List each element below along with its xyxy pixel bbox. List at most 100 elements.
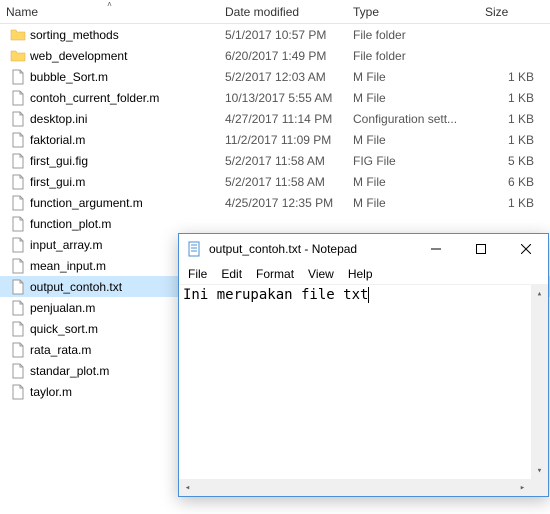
file-icon	[10, 111, 26, 127]
menu-file[interactable]: File	[181, 265, 214, 283]
file-type: M File	[347, 175, 479, 189]
folder-icon	[10, 27, 26, 43]
file-date: 11/2/2017 11:09 PM	[219, 133, 347, 147]
column-header-row: Name ˄ Date modified Type Size	[0, 0, 550, 24]
file-icon	[10, 69, 26, 85]
column-header-date[interactable]: Date modified	[219, 2, 347, 22]
file-icon	[10, 195, 26, 211]
menu-view[interactable]: View	[301, 265, 341, 283]
file-row[interactable]: web_development 6/20/2017 1:49 PMFile fol…	[0, 45, 550, 66]
file-icon	[10, 153, 26, 169]
file-type: Configuration sett...	[347, 112, 479, 126]
scroll-corner	[531, 479, 548, 496]
file-type: File folder	[347, 28, 479, 42]
file-type: FIG File	[347, 154, 479, 168]
file-name: first_gui.m	[30, 175, 85, 189]
file-icon	[10, 237, 26, 253]
column-header-name[interactable]: Name ˄	[0, 2, 219, 22]
maximize-button[interactable]	[458, 235, 503, 264]
file-row[interactable]: first_gui.fig 5/2/2017 11:58 AMFIG File5 …	[0, 150, 550, 171]
file-type: M File	[347, 70, 479, 84]
file-date: 10/13/2017 5:55 AM	[219, 91, 347, 105]
file-name: input_array.m	[30, 238, 102, 252]
file-size: 1 KB	[479, 91, 550, 105]
file-name: quick_sort.m	[30, 322, 98, 336]
file-row[interactable]: function_plot.m	[0, 213, 550, 234]
notepad-window: output_contoh.txt - Notepad File Edit Fo…	[178, 233, 549, 497]
file-row[interactable]: sorting_methods 5/1/2017 10:57 PMFile fol…	[0, 24, 550, 45]
file-name: mean_input.m	[30, 259, 106, 273]
file-size: 5 KB	[479, 154, 550, 168]
column-label: Type	[353, 5, 379, 19]
notepad-icon	[187, 241, 203, 257]
menubar: File Edit Format View Help	[179, 264, 548, 284]
column-label: Name	[6, 5, 38, 19]
scroll-up-icon[interactable]: ▴	[531, 285, 548, 302]
file-icon	[10, 132, 26, 148]
scroll-right-icon[interactable]: ▸	[514, 479, 531, 496]
file-row[interactable]: faktorial.m11/2/2017 11:09 PMM File1 KB	[0, 129, 550, 150]
file-type: M File	[347, 196, 479, 210]
file-icon	[10, 321, 26, 337]
menu-edit[interactable]: Edit	[214, 265, 249, 283]
text-cursor	[368, 287, 369, 303]
file-name: penjualan.m	[30, 301, 95, 315]
file-row[interactable]: bubble_Sort.m5/2/2017 12:03 AMM File1 KB	[0, 66, 550, 87]
menu-format[interactable]: Format	[249, 265, 301, 283]
file-icon	[10, 300, 26, 316]
file-date: 4/25/2017 12:35 PM	[219, 196, 347, 210]
file-icon	[10, 174, 26, 190]
editor-content: Ini merupakan file txt	[183, 287, 368, 303]
file-type: File folder	[347, 49, 479, 63]
file-date: 5/2/2017 11:58 AM	[219, 154, 347, 168]
close-button[interactable]	[503, 235, 548, 264]
file-row[interactable]: contoh_current_folder.m 10/13/2017 5:55 A…	[0, 87, 550, 108]
file-name: contoh_current_folder.m	[30, 91, 159, 105]
file-icon	[10, 216, 26, 232]
scrollbar-vertical[interactable]: ▴ ▾	[531, 285, 548, 479]
file-icon	[10, 384, 26, 400]
file-name: web_development	[30, 49, 127, 63]
file-name: taylor.m	[30, 385, 72, 399]
file-icon	[10, 90, 26, 106]
file-size: 6 KB	[479, 175, 550, 189]
file-name: sorting_methods	[30, 28, 119, 42]
folder-icon	[10, 48, 26, 64]
scrollbar-horizontal[interactable]: ◂ ▸	[179, 479, 531, 496]
file-date: 6/20/2017 1:49 PM	[219, 49, 347, 63]
column-header-size[interactable]: Size	[479, 2, 550, 22]
scroll-down-icon[interactable]: ▾	[531, 462, 548, 479]
scroll-left-icon[interactable]: ◂	[179, 479, 196, 496]
file-type: M File	[347, 91, 479, 105]
text-editor[interactable]: Ini merupakan file txt ▴ ▾ ◂ ▸	[179, 284, 548, 496]
file-name: faktorial.m	[30, 133, 85, 147]
file-name: function_plot.m	[30, 217, 111, 231]
file-name: output_contoh.txt	[30, 280, 122, 294]
file-name: rata_rata.m	[30, 343, 91, 357]
column-header-type[interactable]: Type	[347, 2, 479, 22]
file-size: 1 KB	[479, 196, 550, 210]
file-name: first_gui.fig	[30, 154, 88, 168]
titlebar[interactable]: output_contoh.txt - Notepad	[179, 234, 548, 264]
file-date: 5/2/2017 11:58 AM	[219, 175, 347, 189]
file-row[interactable]: function_argument.m 4/25/2017 12:35 PMM F…	[0, 192, 550, 213]
file-row[interactable]: first_gui.m 5/2/2017 11:58 AMM File6 KB	[0, 171, 550, 192]
file-size: 1 KB	[479, 70, 550, 84]
menu-help[interactable]: Help	[341, 265, 380, 283]
file-icon	[10, 258, 26, 274]
file-icon	[10, 279, 26, 295]
file-name: standar_plot.m	[30, 364, 109, 378]
minimize-button[interactable]	[413, 235, 458, 264]
window-title: output_contoh.txt - Notepad	[209, 242, 413, 256]
file-icon	[10, 342, 26, 358]
column-label: Date modified	[225, 5, 299, 19]
file-size: 1 KB	[479, 133, 550, 147]
column-label: Size	[485, 5, 508, 19]
file-name: function_argument.m	[30, 196, 143, 210]
file-name: desktop.ini	[30, 112, 87, 126]
file-size: 1 KB	[479, 112, 550, 126]
file-row[interactable]: desktop.ini4/27/2017 11:14 PMConfigurati…	[0, 108, 550, 129]
file-icon	[10, 363, 26, 379]
file-date: 5/1/2017 10:57 PM	[219, 28, 347, 42]
window-controls	[413, 235, 548, 264]
